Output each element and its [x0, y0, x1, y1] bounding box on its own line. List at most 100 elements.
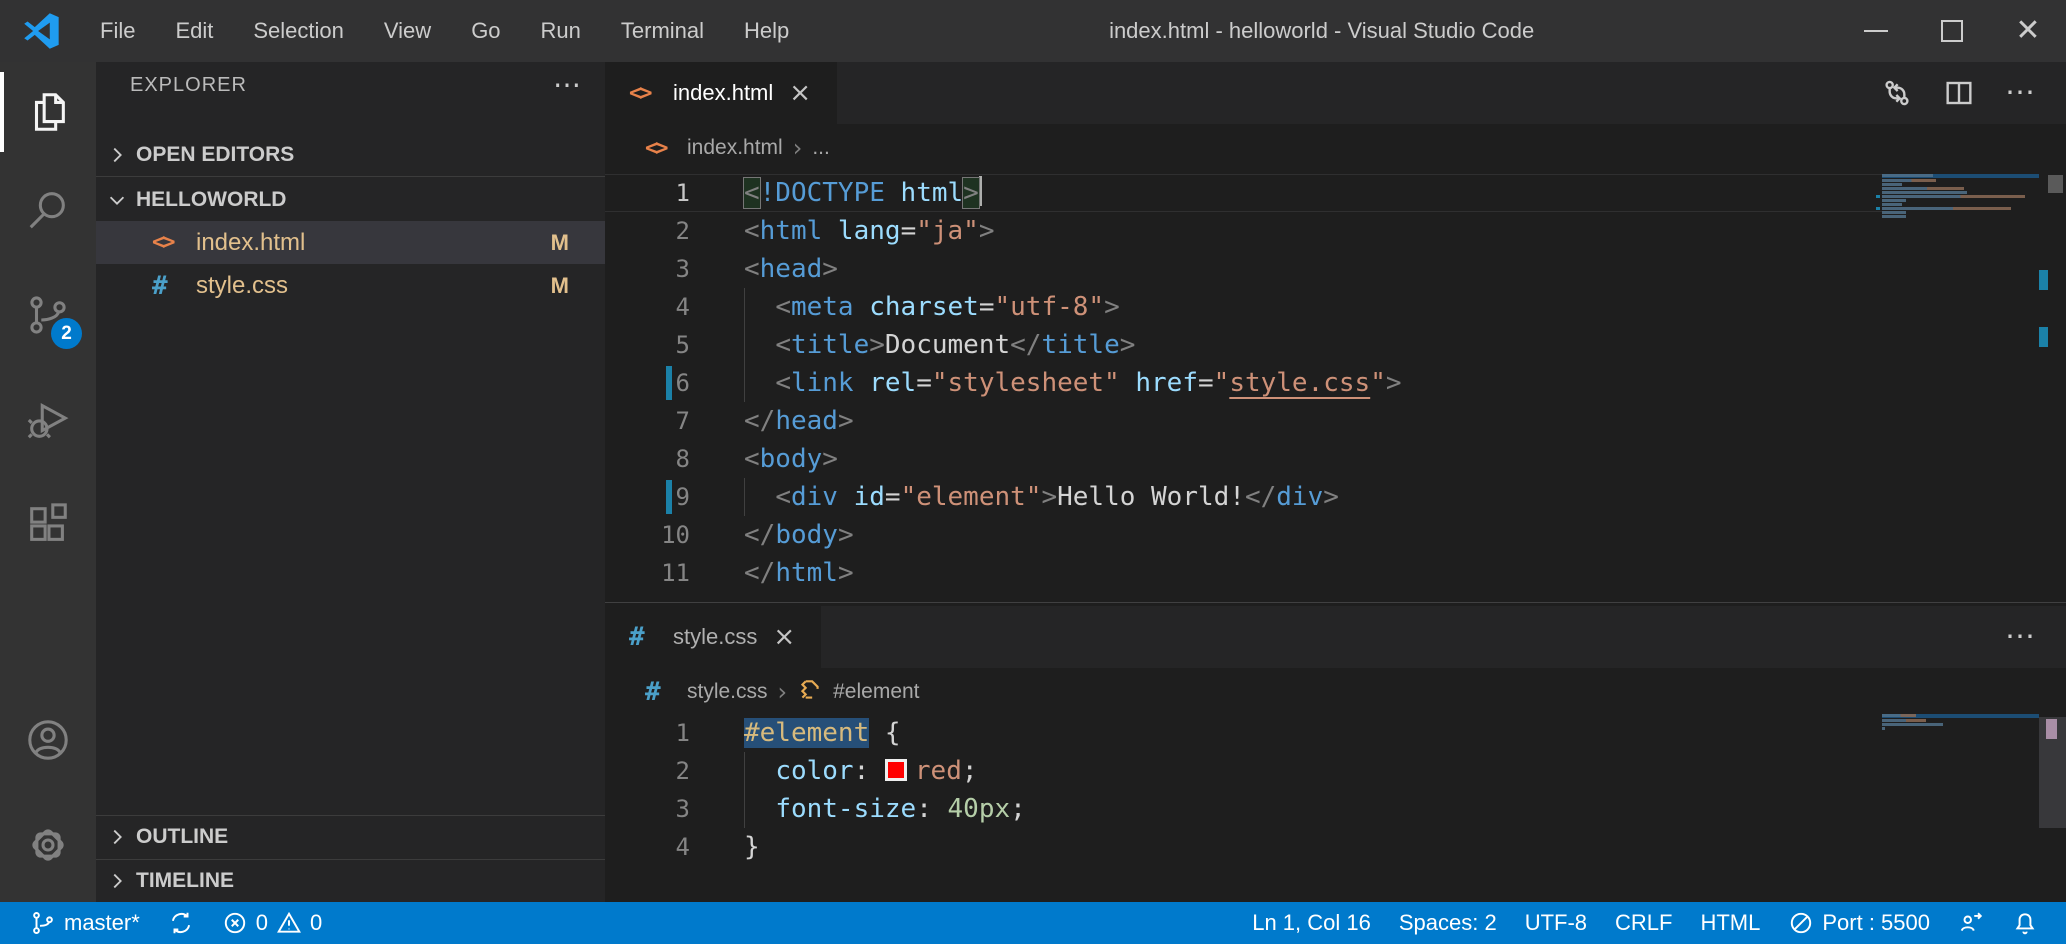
code-line[interactable]: 9 <div id="element">Hello World!</div>	[605, 478, 1882, 516]
tab-style-css[interactable]: # style.css ×	[605, 606, 821, 668]
sync-status[interactable]	[154, 910, 208, 936]
minimize-button[interactable]	[1838, 0, 1914, 62]
breadcrumb-item[interactable]: ...	[812, 136, 830, 160]
notifications-status[interactable]	[1998, 910, 2052, 936]
code-line[interactable]: 1<!DOCTYPE html>	[605, 174, 1882, 212]
code-token: =	[916, 368, 932, 398]
menu-help[interactable]: Help	[728, 12, 805, 50]
more-actions-icon[interactable]: ⋯	[2005, 87, 2038, 99]
run-debug-activity-button[interactable]	[0, 372, 96, 468]
minimap-line	[1882, 207, 2039, 210]
tab-index-html[interactable]: <> index.html ×	[605, 62, 837, 124]
open-changes-icon[interactable]	[1881, 77, 1913, 109]
tab-label: index.html	[673, 80, 773, 106]
source-control-activity-button[interactable]: 2	[0, 267, 96, 363]
menu-view[interactable]: View	[368, 12, 447, 50]
maximize-button[interactable]	[1914, 0, 1990, 62]
menu-file[interactable]: File	[84, 12, 151, 50]
file-row-style.css[interactable]: #style.cssM	[96, 264, 605, 307]
menu-terminal[interactable]: Terminal	[605, 12, 720, 50]
folder-section-header[interactable]: HELLOWORLD	[96, 178, 605, 221]
git-branch-status[interactable]: master*	[16, 910, 154, 936]
scrollbar-slider[interactable]	[2048, 175, 2063, 193]
code-token: "element"	[901, 482, 1042, 512]
feedback-status[interactable]	[1944, 910, 1998, 936]
code-token: >	[838, 520, 854, 550]
live-server-port-status[interactable]: Port : 5500	[1774, 910, 1944, 936]
minimap-line	[1882, 174, 2039, 178]
code-line[interactable]: 2 color: red;	[605, 752, 1882, 790]
search-activity-button[interactable]	[0, 162, 96, 258]
status-item-label: Spaces: 2	[1399, 910, 1497, 936]
chevron-right-icon	[106, 826, 128, 848]
breadcrumb-item[interactable]: index.html	[687, 136, 783, 160]
breadcrumb-item[interactable]: #element	[833, 680, 919, 704]
code-line[interactable]: 4}	[605, 828, 1882, 866]
timeline-section-header[interactable]: TIMELINE	[96, 859, 605, 902]
line-number: 3	[605, 250, 690, 288]
encoding-status[interactable]: UTF-8	[1511, 910, 1601, 936]
code-line[interactable]: 5 <title>Document</title>	[605, 326, 1882, 364]
problems-status[interactable]: 0 0	[208, 910, 337, 936]
code-line[interactable]: 3 font-size: 40px;	[605, 790, 1882, 828]
tab-close-icon[interactable]: ×	[769, 622, 799, 652]
indentation-status[interactable]: Spaces: 2	[1385, 910, 1511, 936]
tab-close-icon[interactable]: ×	[785, 78, 815, 108]
code-editor-style-css[interactable]: 1#element {2 color: red;3 font-size: 40p…	[605, 714, 1882, 866]
account-icon	[25, 717, 71, 763]
cursor-position-status[interactable]: Ln 1, Col 16	[1238, 910, 1385, 936]
minimap-line-content	[1882, 723, 1943, 726]
file-name: style.css	[196, 272, 288, 300]
code-line[interactable]: 1#element {	[605, 714, 1882, 752]
code-token: html	[760, 216, 823, 246]
breadcrumb-item[interactable]: style.css	[687, 680, 768, 704]
symbol-field-icon	[797, 677, 823, 708]
code-line[interactable]: 4 <meta charset="utf-8">	[605, 288, 1882, 326]
minimap-line	[1882, 195, 2039, 198]
language-mode-status[interactable]: HTML	[1686, 910, 1774, 936]
menu-run[interactable]: Run	[525, 12, 597, 50]
sidebar-more-actions-button[interactable]: ⋯	[553, 79, 583, 90]
code-line[interactable]: 11</html>	[605, 554, 1882, 592]
code-line[interactable]: 10</body>	[605, 516, 1882, 554]
branch-name: master*	[64, 910, 140, 936]
code-token: >	[963, 178, 979, 208]
minimap[interactable]	[1882, 714, 2039, 731]
minimap-line	[1882, 723, 2039, 726]
code-line[interactable]: 6 <link rel="stylesheet" href="style.css…	[605, 364, 1882, 402]
indent-guide	[744, 326, 745, 364]
code-line[interactable]: 8<body>	[605, 440, 1882, 478]
settings-button[interactable]	[0, 797, 96, 893]
menu-selection[interactable]: Selection	[237, 12, 360, 50]
open-editors-section-header[interactable]: OPEN EDITORS	[96, 134, 605, 177]
outline-section-header[interactable]: OUTLINE	[96, 815, 605, 858]
extensions-activity-button[interactable]	[0, 477, 96, 573]
overview-ruler[interactable]	[2039, 62, 2066, 902]
vscode-window: FileEditSelectionViewGoRunTerminalHelp i…	[0, 0, 2066, 944]
gear-icon	[25, 822, 71, 868]
line-number: 1	[605, 714, 690, 752]
menu-edit[interactable]: Edit	[159, 12, 229, 50]
minimap-line	[1882, 199, 2039, 202]
code-line[interactable]: 2<html lang="ja">	[605, 212, 1882, 250]
minimap-line-content	[1882, 199, 1906, 202]
code-token: >	[979, 216, 995, 246]
status-item-label: Ln 1, Col 16	[1252, 910, 1371, 936]
sidebar-title: EXPLORER	[130, 74, 247, 97]
code-line[interactable]: 3<head>	[605, 250, 1882, 288]
minimap[interactable]	[1882, 174, 2039, 219]
accounts-button[interactable]	[0, 692, 96, 788]
error-icon	[222, 910, 248, 936]
eol-status[interactable]: CRLF	[1601, 910, 1686, 936]
code-line[interactable]: 7</head>	[605, 402, 1882, 440]
minimap-line-content	[1882, 179, 1936, 182]
status-left: master* 0 0	[0, 910, 336, 936]
code-token: >	[1041, 482, 1057, 512]
menu-go[interactable]: Go	[455, 12, 516, 50]
more-actions-icon[interactable]: ⋯	[2005, 631, 2038, 643]
split-editor-icon[interactable]	[1943, 77, 1975, 109]
file-row-index.html[interactable]: <>index.htmlM	[96, 221, 605, 264]
explorer-activity-button[interactable]	[0, 64, 96, 160]
close-button[interactable]: ✕	[1990, 0, 2066, 62]
code-editor-index-html[interactable]: 1<!DOCTYPE html>2<html lang="ja">3<head>…	[605, 174, 1882, 592]
